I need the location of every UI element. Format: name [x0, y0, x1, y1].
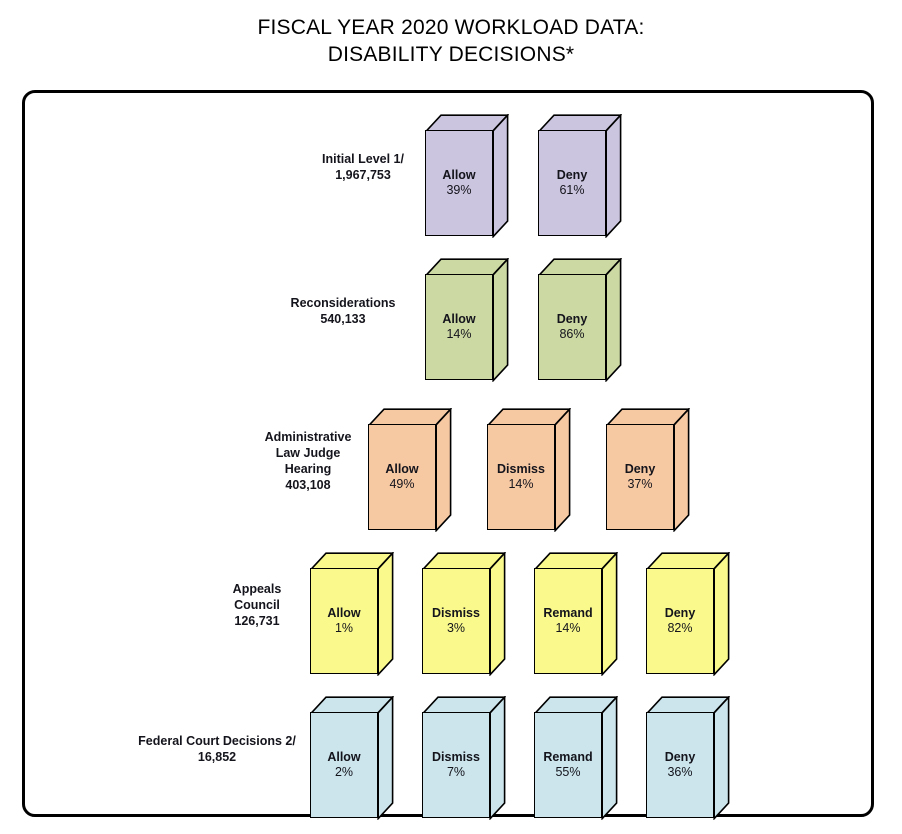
page-title-line-2: DISABILITY DECISIONS* — [327, 43, 575, 66]
outcome-box-appeals-council-deny: Deny 82% — [646, 552, 730, 676]
box-front-face — [425, 130, 493, 236]
box-front-face — [425, 274, 493, 380]
outcome-box-appeals-council-dismiss: Dismiss 3% — [422, 552, 506, 676]
box-side-face — [492, 258, 509, 382]
box-top-face — [425, 258, 509, 276]
workload-row-appeals-council: Appeals Council 126,731 Allow 1% Dismiss 3% Rem… — [25, 535, 877, 676]
row-label-count: 1,967,753 — [335, 168, 391, 182]
box-top-face — [310, 552, 394, 570]
row-label-text: Appeals — [232, 582, 282, 596]
row-label-text: Hearing — [284, 462, 332, 476]
box-front-face — [422, 568, 490, 674]
box-top-face — [487, 408, 571, 426]
box-side-face — [601, 696, 618, 820]
row-label-count: 403,108 — [285, 478, 331, 492]
page-title-line-1: FISCAL YEAR 2020 WORKLOAD DATA: — [257, 16, 645, 39]
box-side-face — [601, 552, 618, 676]
workload-row-initial-level: Initial Level 1/1,967,753 Allow 39% Deny 61% — [25, 97, 877, 238]
outcome-boxes-appeals-council: Allow 1% Dismiss 3% Remand 14% Deny 82% — [310, 535, 758, 676]
row-label-text: Federal Court Decisions 2/ — [138, 734, 296, 748]
row-label-text: Law Judge — [275, 446, 341, 460]
page-title: FISCAL YEAR 2020 WORKLOAD DATA: DISABILI… — [0, 14, 902, 68]
outcome-box-appeals-council-allow: Allow 1% — [310, 552, 394, 676]
outcome-box-federal-court-remand: Remand 55% — [534, 696, 618, 820]
chart-frame: Initial Level 1/1,967,753 Allow 39% Deny 61%… — [22, 90, 877, 820]
row-label-federal-court: Federal Court Decisions 2/16,852 — [126, 733, 308, 765]
box-side-face — [377, 552, 394, 676]
box-front-face — [538, 130, 606, 236]
box-side-face — [489, 696, 506, 820]
box-top-face — [534, 696, 618, 714]
box-top-face — [646, 696, 730, 714]
outcome-box-initial-level-allow: Allow 39% — [425, 114, 509, 238]
box-front-face — [606, 424, 674, 530]
box-front-face — [487, 424, 555, 530]
workload-row-alj-hearing: Administrative Law Judge Hearing 403,108 All… — [25, 391, 877, 532]
box-top-face — [646, 552, 730, 570]
box-front-face — [534, 568, 602, 674]
row-label-appeals-council: Appeals Council 126,731 — [198, 581, 316, 629]
box-side-face — [673, 408, 690, 532]
box-side-face — [605, 114, 622, 238]
box-side-face — [713, 552, 730, 676]
outcome-box-reconsiderations-deny: Deny 86% — [538, 258, 622, 382]
box-side-face — [377, 696, 394, 820]
box-top-face — [310, 696, 394, 714]
box-front-face — [534, 712, 602, 818]
row-label-alj-hearing: Administrative Law Judge Hearing 403,108 — [235, 429, 381, 493]
box-side-face — [489, 552, 506, 676]
outcome-box-reconsiderations-allow: Allow 14% — [425, 258, 509, 382]
outcome-box-alj-hearing-dismiss: Dismiss 14% — [487, 408, 571, 532]
box-front-face — [646, 712, 714, 818]
row-label-count: 126,731 — [234, 614, 280, 628]
box-top-face — [422, 552, 506, 570]
box-top-face — [538, 258, 622, 276]
box-front-face — [310, 568, 378, 674]
outcome-boxes-alj-hearing: Allow 49% Dismiss 14% Deny 37% — [368, 391, 725, 532]
box-side-face — [713, 696, 730, 820]
box-side-face — [435, 408, 452, 532]
box-front-face — [310, 712, 378, 818]
box-top-face — [425, 114, 509, 132]
outcome-boxes-reconsiderations: Allow 14% Deny 86% — [425, 241, 651, 382]
box-top-face — [422, 696, 506, 714]
outcome-box-federal-court-deny: Deny 36% — [646, 696, 730, 820]
box-front-face — [422, 712, 490, 818]
outcome-box-alj-hearing-deny: Deny 37% — [606, 408, 690, 532]
row-label-initial-level: Initial Level 1/1,967,753 — [300, 151, 426, 183]
row-label-count: 16,852 — [197, 750, 237, 764]
box-side-face — [605, 258, 622, 382]
box-top-face — [368, 408, 452, 426]
outcome-box-federal-court-dismiss: Dismiss 7% — [422, 696, 506, 820]
outcome-box-federal-court-allow: Allow 2% — [310, 696, 394, 820]
box-top-face — [534, 552, 618, 570]
row-label-count: 540,133 — [320, 312, 366, 326]
workload-row-federal-court: Federal Court Decisions 2/16,852 Allow 2% D… — [25, 679, 877, 820]
workload-row-reconsiderations: Reconsiderations 540,133 Allow 14% Deny 86% — [25, 241, 877, 382]
row-label-reconsiderations: Reconsiderations 540,133 — [260, 295, 426, 327]
box-side-face — [554, 408, 571, 532]
box-front-face — [538, 274, 606, 380]
row-label-text: Administrative — [264, 430, 352, 444]
row-label-text: Council — [234, 598, 280, 612]
box-top-face — [538, 114, 622, 132]
row-label-text: Initial Level 1/ — [322, 152, 404, 166]
outcome-boxes-federal-court: Allow 2% Dismiss 7% Remand 55% Deny 36% — [310, 679, 758, 820]
box-front-face — [646, 568, 714, 674]
box-side-face — [492, 114, 509, 238]
box-front-face — [368, 424, 436, 530]
outcome-box-alj-hearing-allow: Allow 49% — [368, 408, 452, 532]
row-label-text: Reconsiderations — [290, 296, 396, 310]
outcome-box-initial-level-deny: Deny 61% — [538, 114, 622, 238]
box-top-face — [606, 408, 690, 426]
outcome-boxes-initial-level: Allow 39% Deny 61% — [425, 97, 651, 238]
outcome-box-appeals-council-remand: Remand 14% — [534, 552, 618, 676]
